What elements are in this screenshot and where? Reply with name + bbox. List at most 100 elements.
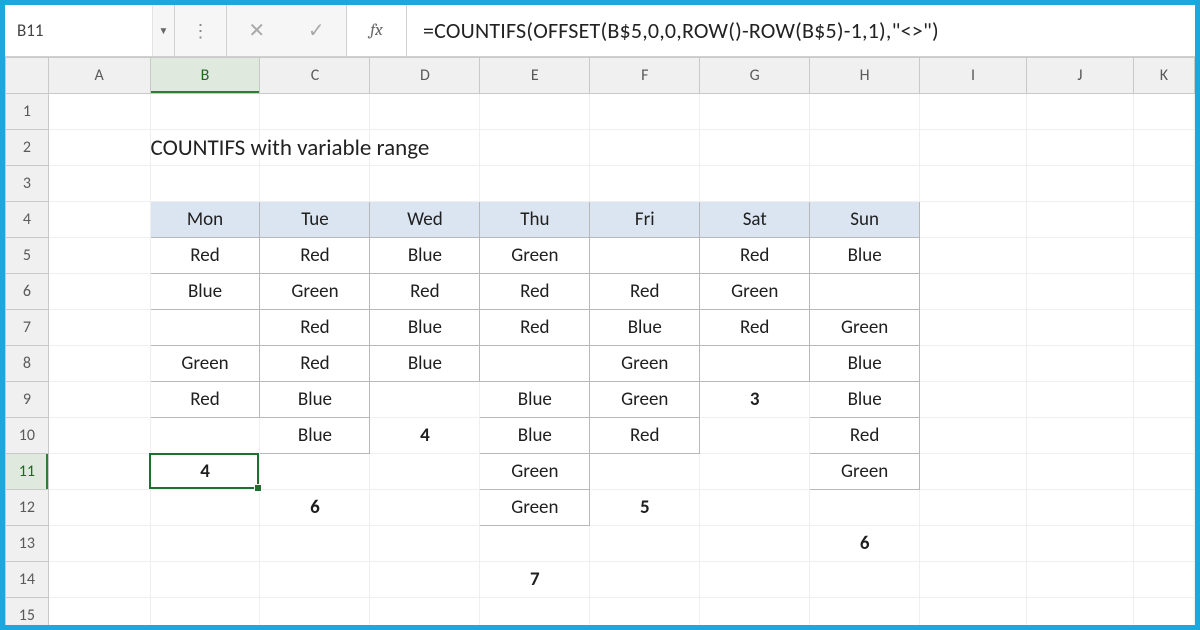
cell-H2[interactable] (810, 130, 920, 166)
cell-F15[interactable] (590, 598, 700, 626)
table-cell[interactable]: Green (260, 274, 370, 310)
table-cell[interactable] (370, 562, 480, 598)
cell-A11[interactable] (48, 454, 150, 490)
cell-G3[interactable] (700, 166, 810, 202)
table-cell[interactable] (700, 418, 810, 454)
table-cell[interactable]: Blue (810, 382, 920, 418)
row-header-8[interactable]: 8 (6, 346, 49, 382)
table-cell[interactable] (260, 562, 370, 598)
cell-I12[interactable] (920, 490, 1027, 526)
table-cell[interactable]: Blue (150, 274, 260, 310)
page-title[interactable]: COUNTIFS with variable range (150, 130, 260, 166)
cell-E1[interactable] (480, 94, 590, 130)
cell-I7[interactable] (920, 310, 1027, 346)
column-header-G[interactable]: G (700, 58, 810, 94)
table-cell[interactable] (700, 562, 810, 598)
table-cell[interactable]: Blue (370, 346, 480, 382)
table-cell[interactable]: 7 (480, 562, 590, 598)
table-cell[interactable] (260, 526, 370, 562)
table-cell[interactable]: Blue (810, 346, 920, 382)
table-cell[interactable]: 4 (150, 454, 260, 490)
table-cell[interactable]: 4 (370, 418, 480, 454)
insert-function-button[interactable]: fx (347, 5, 407, 56)
cell-K7[interactable] (1133, 310, 1194, 346)
table-cell[interactable] (810, 490, 920, 526)
table-cell[interactable]: 6 (810, 526, 920, 562)
row-header-9[interactable]: 9 (6, 382, 49, 418)
column-header-A[interactable]: A (48, 58, 150, 94)
cell-I6[interactable] (920, 274, 1027, 310)
table-cell[interactable]: Green (590, 382, 700, 418)
row-header-10[interactable]: 10 (6, 418, 49, 454)
cell-A14[interactable] (48, 562, 150, 598)
table-cell[interactable]: Green (590, 346, 700, 382)
cell-K9[interactable] (1133, 382, 1194, 418)
table-cell[interactable]: Green (700, 274, 810, 310)
row-header-5[interactable]: 5 (6, 238, 49, 274)
table-cell[interactable] (150, 490, 260, 526)
column-header-E[interactable]: E (480, 58, 590, 94)
table-cell[interactable] (700, 526, 810, 562)
table-cell[interactable]: Blue (810, 238, 920, 274)
row-header-7[interactable]: 7 (6, 310, 49, 346)
cell-A13[interactable] (48, 526, 150, 562)
table-cell[interactable]: Green (480, 490, 590, 526)
cell-A1[interactable] (48, 94, 150, 130)
cell-I8[interactable] (920, 346, 1027, 382)
cell-J6[interactable] (1026, 274, 1133, 310)
cell-I15[interactable] (920, 598, 1027, 626)
cell-J11[interactable] (1026, 454, 1133, 490)
cell-H3[interactable] (810, 166, 920, 202)
cell-F3[interactable] (590, 166, 700, 202)
cell-A10[interactable] (48, 418, 150, 454)
cell-A12[interactable] (48, 490, 150, 526)
cell-J7[interactable] (1026, 310, 1133, 346)
cell-K5[interactable] (1133, 238, 1194, 274)
cell-J10[interactable] (1026, 418, 1133, 454)
table-cell[interactable]: Blue (260, 418, 370, 454)
cell-K13[interactable] (1133, 526, 1194, 562)
cell-K10[interactable] (1133, 418, 1194, 454)
table-cell[interactable]: Red (260, 310, 370, 346)
cell-J8[interactable] (1026, 346, 1133, 382)
table-cell[interactable]: Red (480, 310, 590, 346)
cell-I14[interactable] (920, 562, 1027, 598)
cell-A8[interactable] (48, 346, 150, 382)
table-cell[interactable] (700, 490, 810, 526)
cell-K11[interactable] (1133, 454, 1194, 490)
cell-C15[interactable] (260, 598, 370, 626)
table-cell[interactable] (260, 454, 370, 490)
table-cell[interactable] (480, 346, 590, 382)
cell-A15[interactable] (48, 598, 150, 626)
table-cell[interactable]: Red (700, 310, 810, 346)
cell-J3[interactable] (1026, 166, 1133, 202)
table-cell[interactable]: Blue (480, 382, 590, 418)
table-cell[interactable] (150, 310, 260, 346)
cell-A5[interactable] (48, 238, 150, 274)
cell-K14[interactable] (1133, 562, 1194, 598)
cell-A9[interactable] (48, 382, 150, 418)
cell-C3[interactable] (260, 166, 370, 202)
cell-J15[interactable] (1026, 598, 1133, 626)
formula-bar-more[interactable]: ⋮ (175, 5, 227, 56)
table-header-sun[interactable]: Sun (810, 202, 920, 238)
column-header-B[interactable]: B (150, 58, 260, 94)
table-cell[interactable]: Red (590, 274, 700, 310)
table-cell[interactable] (590, 454, 700, 490)
cell-J12[interactable] (1026, 490, 1133, 526)
row-header-12[interactable]: 12 (6, 490, 49, 526)
cancel-button[interactable]: ✕ (227, 5, 287, 56)
table-cell[interactable]: Green (150, 346, 260, 382)
cell-K6[interactable] (1133, 274, 1194, 310)
table-cell[interactable] (590, 526, 700, 562)
row-header-3[interactable]: 3 (6, 166, 49, 202)
cell-A6[interactable] (48, 274, 150, 310)
column-header-H[interactable]: H (810, 58, 920, 94)
cell-I4[interactable] (920, 202, 1027, 238)
table-cell[interactable] (150, 526, 260, 562)
cell-K12[interactable] (1133, 490, 1194, 526)
accept-button[interactable]: ✓ (287, 5, 347, 56)
table-cell[interactable] (370, 382, 480, 418)
row-header-15[interactable]: 15 (6, 598, 49, 626)
column-header-D[interactable]: D (370, 58, 480, 94)
